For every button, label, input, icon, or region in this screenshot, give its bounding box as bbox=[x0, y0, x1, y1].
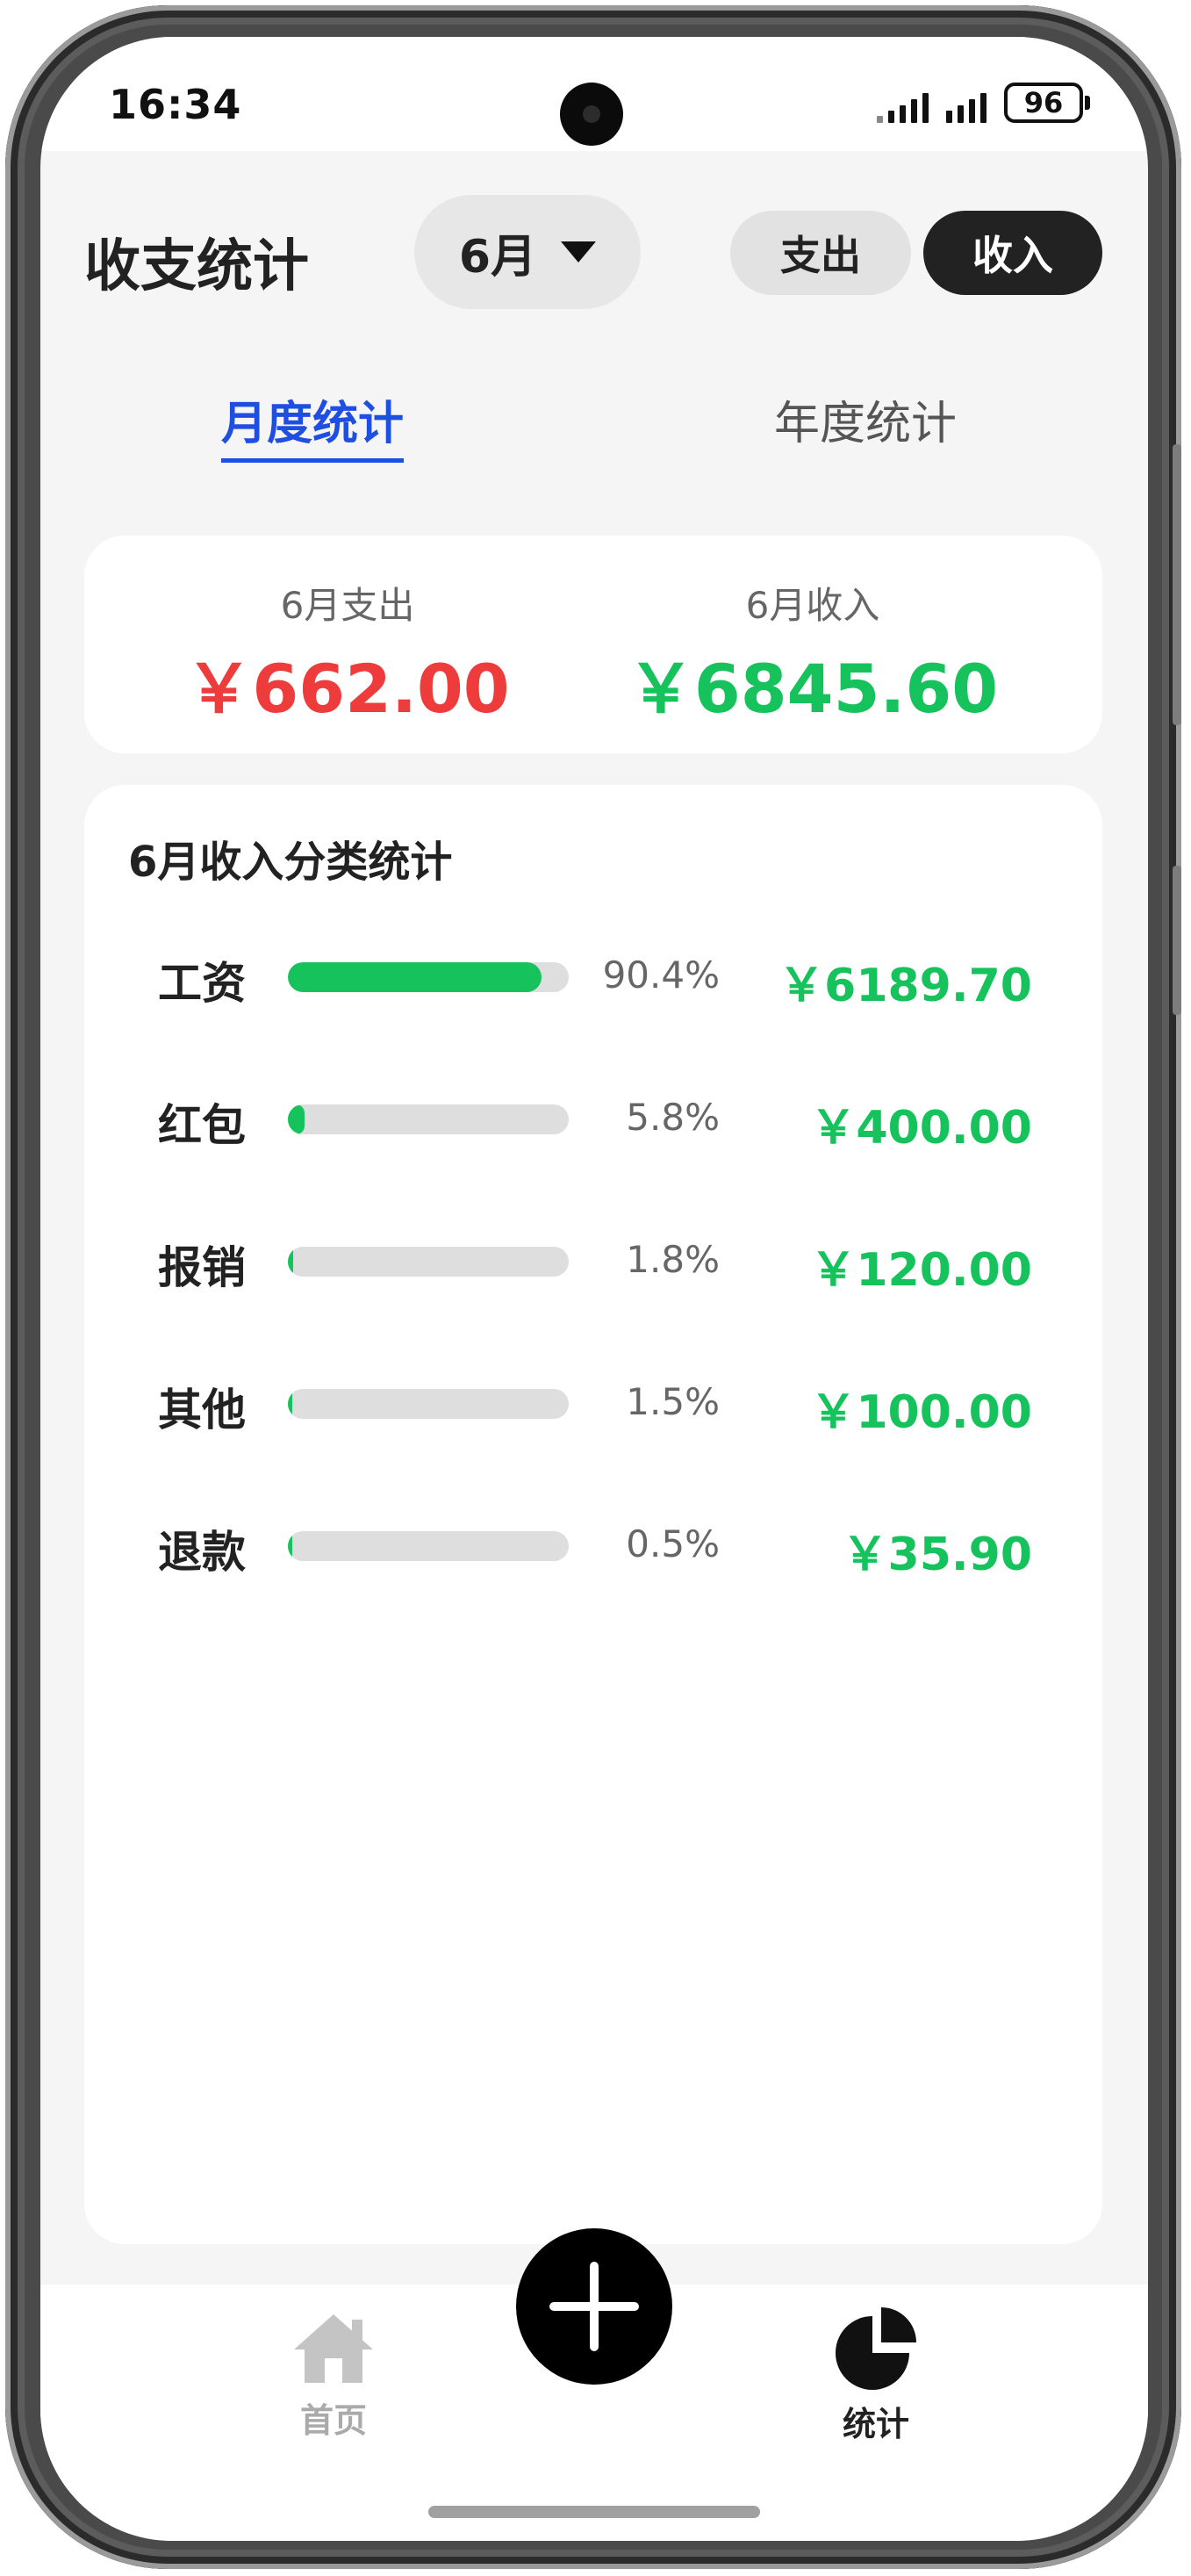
category-progress-fill bbox=[288, 1389, 292, 1419]
category-name: 退款 bbox=[158, 1527, 246, 1578]
app-screen: 16:34 96 收支统计 6月 支出 收入 月度统计 年度统计 6月支出 ￥6… bbox=[40, 37, 1148, 2541]
category-percent: 90.4% bbox=[602, 953, 720, 997]
category-amount: ￥100.00 bbox=[810, 1386, 1032, 1439]
pie-chart-icon bbox=[836, 2307, 916, 2390]
category-progress-fill bbox=[288, 1531, 292, 1561]
expense-summary-label: 6月支出 bbox=[280, 584, 415, 627]
category-percent: 5.8% bbox=[626, 1096, 720, 1139]
category-progress-bar bbox=[288, 1247, 569, 1277]
power-button bbox=[1173, 866, 1181, 1015]
category-amount: ￥6189.70 bbox=[778, 960, 1032, 1012]
category-percent: 1.5% bbox=[626, 1380, 720, 1423]
status-time: 16:34 bbox=[109, 81, 242, 128]
category-name: 其他 bbox=[158, 1385, 246, 1436]
category-amount: ￥400.00 bbox=[810, 1102, 1032, 1155]
volume-button bbox=[1173, 444, 1181, 725]
category-percent: 0.5% bbox=[626, 1522, 720, 1565]
month-picker[interactable]: 6月 bbox=[414, 195, 641, 309]
nav-item-stats[interactable]: 统计 bbox=[813, 2302, 939, 2445]
expense-toggle-button[interactable]: 支出 bbox=[730, 211, 911, 295]
expense-summary-value: ￥662.00 bbox=[185, 650, 510, 728]
front-camera bbox=[560, 83, 623, 146]
category-name: 报销 bbox=[158, 1242, 246, 1293]
signal-icon bbox=[877, 93, 929, 123]
expense-summary: 6月支出 ￥662.00 bbox=[119, 536, 576, 731]
category-stats-card: 6月收入分类统计 工资 90.4% ￥6189.70 红包 5.8% ￥400.… bbox=[84, 785, 1102, 2244]
category-amount: ￥120.00 bbox=[810, 1244, 1032, 1297]
signal-icon bbox=[946, 93, 987, 123]
income-toggle-button[interactable]: 收入 bbox=[923, 211, 1102, 295]
nav-stats-label: 统计 bbox=[842, 2405, 909, 2443]
category-progress-bar bbox=[288, 962, 569, 992]
category-amount: ￥35.90 bbox=[842, 1529, 1032, 1581]
income-summary: 6月收入 ￥6845.60 bbox=[585, 536, 1041, 731]
category-progress-fill bbox=[288, 1247, 293, 1277]
category-progress-fill bbox=[288, 1105, 305, 1134]
battery-icon: 96 bbox=[1004, 83, 1090, 123]
category-progress-fill bbox=[288, 962, 542, 992]
income-summary-label: 6月收入 bbox=[745, 584, 880, 627]
nav-home-label: 首页 bbox=[299, 2401, 367, 2440]
category-stats-title: 6月收入分类统计 bbox=[128, 838, 453, 887]
category-progress-bar bbox=[288, 1531, 569, 1561]
home-icon bbox=[294, 2314, 373, 2383]
category-row[interactable]: 其他 1.5% ￥100.00 bbox=[84, 1357, 1102, 1445]
category-name: 工资 bbox=[158, 958, 246, 1009]
add-record-button[interactable] bbox=[516, 2228, 672, 2385]
status-bar: 16:34 96 bbox=[40, 37, 1148, 151]
category-row[interactable]: 报销 1.8% ￥120.00 bbox=[84, 1215, 1102, 1303]
month-picker-label: 6月 bbox=[458, 230, 537, 284]
nav-item-home[interactable]: 首页 bbox=[270, 2311, 397, 2442]
home-indicator[interactable] bbox=[428, 2506, 760, 2518]
category-percent: 1.8% bbox=[626, 1238, 720, 1281]
income-summary-value: ￥6845.60 bbox=[627, 650, 999, 728]
tab-monthly[interactable]: 月度统计 bbox=[221, 386, 405, 463]
summary-card: 6月支出 ￥662.00 6月收入 ￥6845.60 bbox=[84, 536, 1102, 753]
category-name: 红包 bbox=[158, 1100, 246, 1151]
category-progress-bar bbox=[288, 1389, 569, 1419]
caret-down-icon bbox=[561, 241, 597, 263]
page-title: 收支统计 bbox=[84, 234, 309, 299]
category-row[interactable]: 工资 90.4% ￥6189.70 bbox=[84, 931, 1102, 1018]
category-row[interactable]: 红包 5.8% ￥400.00 bbox=[84, 1073, 1102, 1161]
category-row[interactable]: 退款 0.5% ￥35.90 bbox=[84, 1500, 1102, 1587]
status-icons: 96 bbox=[877, 83, 1090, 123]
tab-yearly[interactable]: 年度统计 bbox=[774, 386, 957, 452]
category-progress-bar bbox=[288, 1105, 569, 1134]
